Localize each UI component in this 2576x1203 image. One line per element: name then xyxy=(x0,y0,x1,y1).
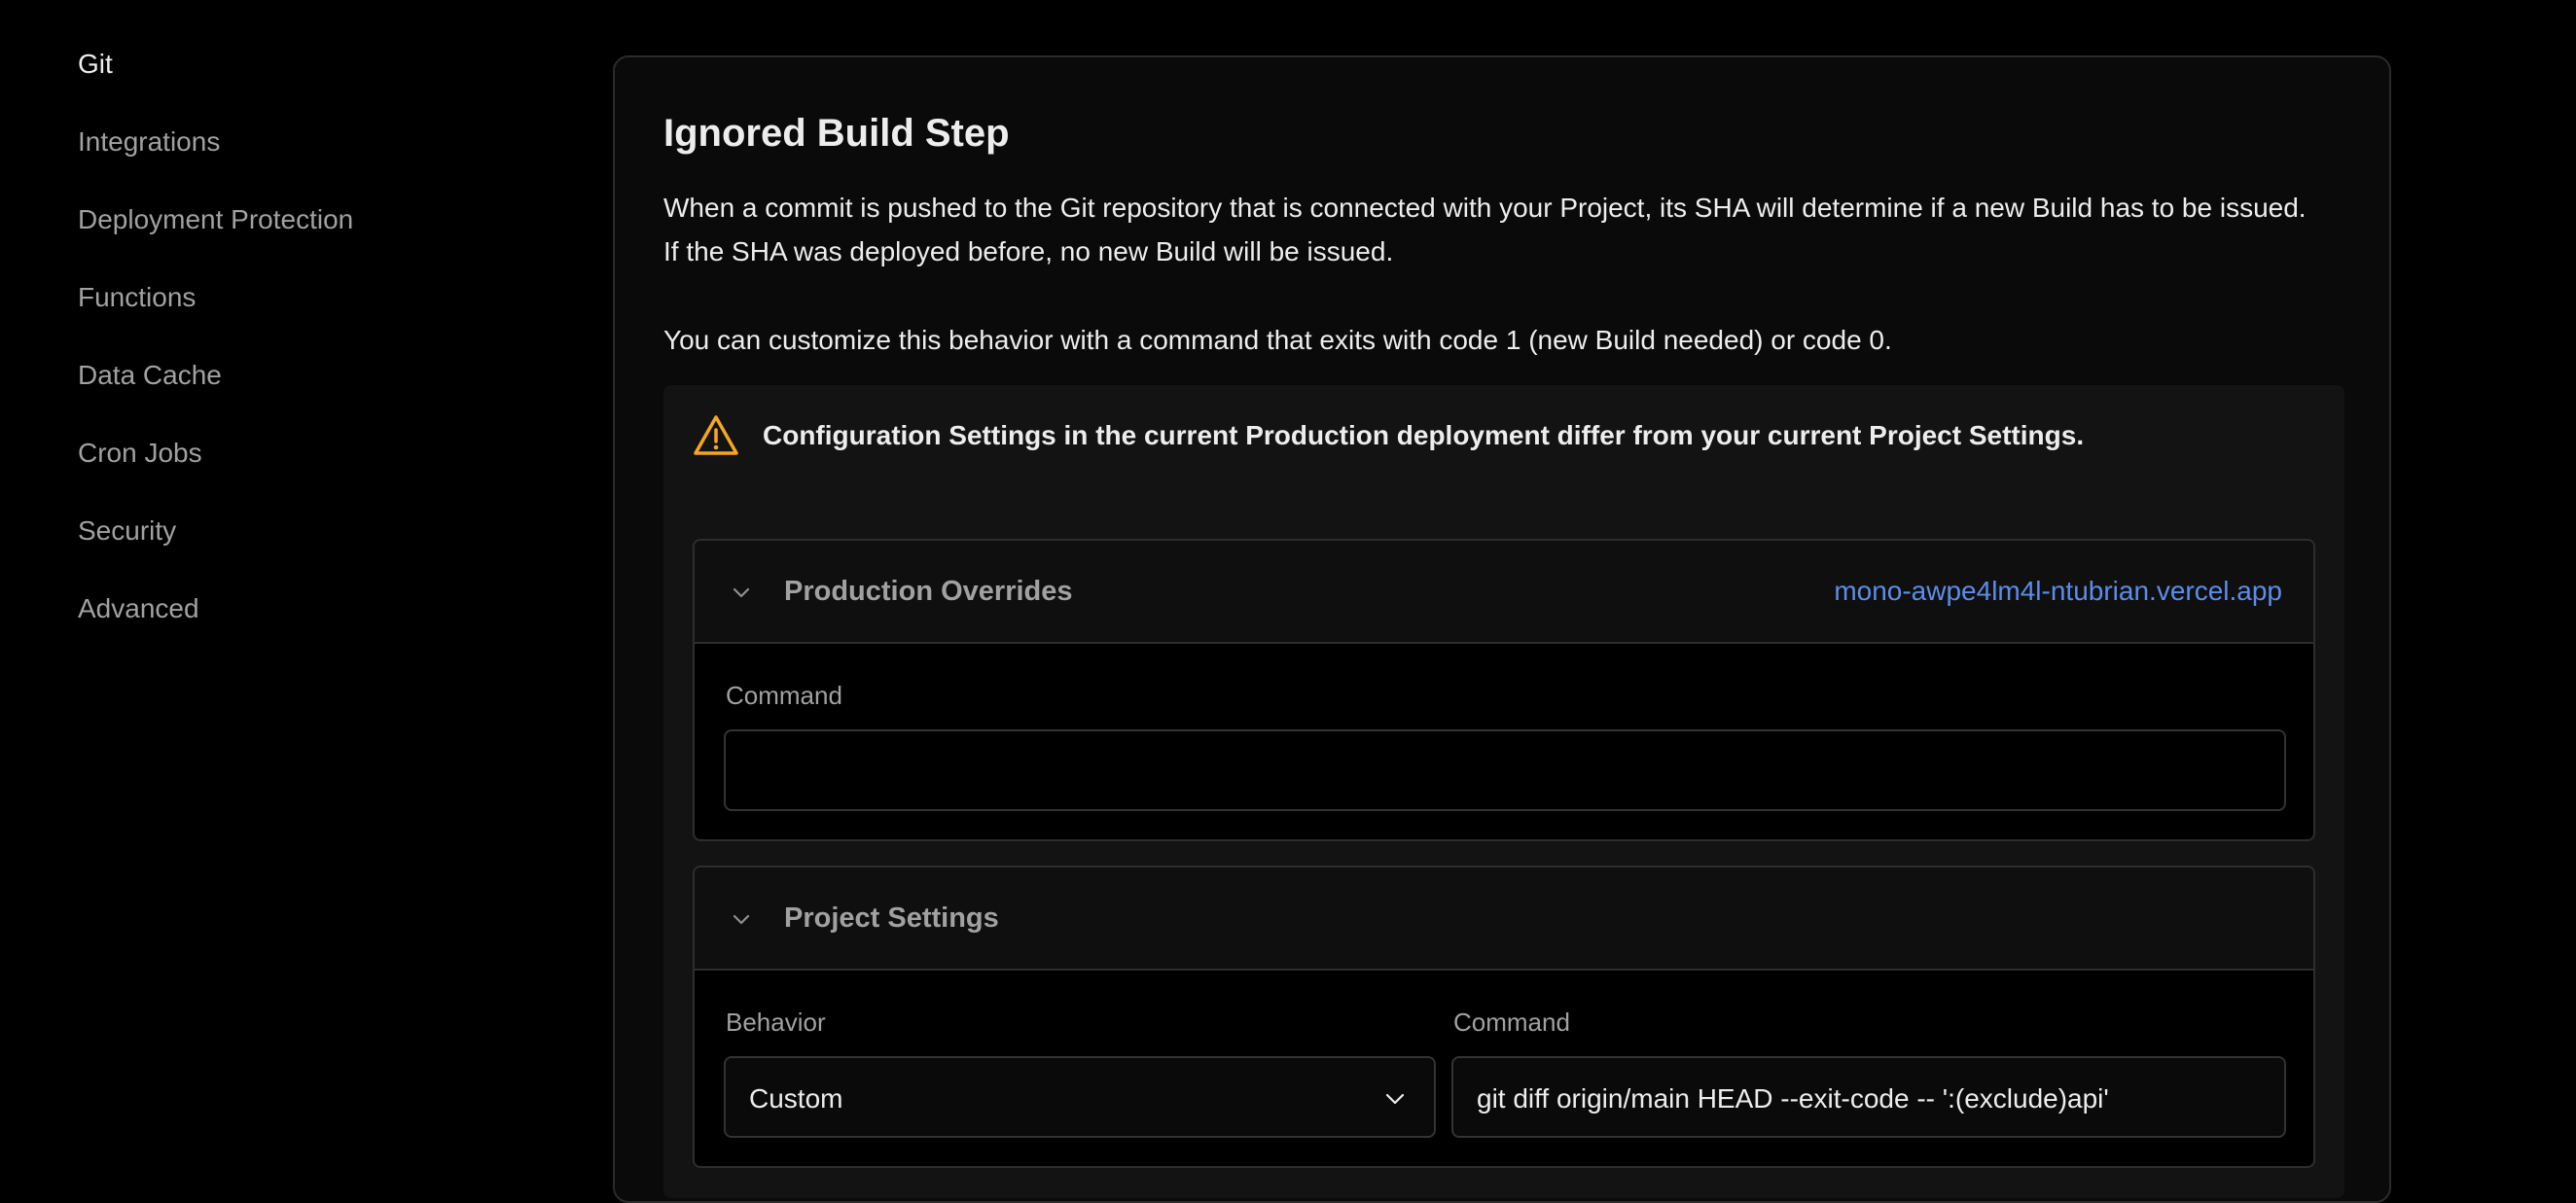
production-overrides-title: Production Overrides xyxy=(784,576,1073,607)
sidebar-item-git[interactable]: Git xyxy=(78,51,113,78)
sidebar-item-advanced[interactable]: Advanced xyxy=(78,595,199,622)
sidebar-item-deployment-protection[interactable]: Deployment Protection xyxy=(78,206,353,233)
configuration-warning-panel: Configuration Settings in the current Pr… xyxy=(663,385,2344,1198)
project-settings-title: Project Settings xyxy=(784,902,999,934)
ignored-build-step-card: Ignored Build Step When a commit is push… xyxy=(613,55,2391,1203)
card-title: Ignored Build Step xyxy=(663,112,1010,155)
sidebar-item-integrations[interactable]: Integrations xyxy=(78,128,220,156)
production-overrides-section: Production Overrides mono-awpe4lm4l-ntub… xyxy=(693,539,2315,841)
behavior-label: Behavior xyxy=(726,1008,826,1037)
project-command-input[interactable]: git diff origin/main HEAD --exit-code --… xyxy=(1451,1056,2286,1138)
production-command-input[interactable] xyxy=(724,729,2286,811)
chevron-down-icon xyxy=(1383,1087,1407,1111)
deployment-link[interactable]: mono-awpe4lm4l-ntubrian.vercel.app xyxy=(1834,576,2282,607)
warning-triangle-icon xyxy=(693,412,739,459)
project-command-value: git diff origin/main HEAD --exit-code --… xyxy=(1477,1083,2109,1114)
card-description-customize: You can customize this behavior with a c… xyxy=(663,325,1892,355)
card-description: When a commit is pushed to the Git repos… xyxy=(663,193,2307,266)
chevron-down-icon xyxy=(730,581,753,604)
behavior-select-value: Custom xyxy=(749,1083,843,1114)
project-command-label: Command xyxy=(1453,1008,1570,1037)
sidebar-item-security[interactable]: Security xyxy=(78,517,176,545)
production-overrides-toggle[interactable]: Production Overrides mono-awpe4lm4l-ntub… xyxy=(695,541,2313,644)
behavior-select[interactable]: Custom xyxy=(724,1056,1436,1138)
sidebar-item-data-cache[interactable]: Data Cache xyxy=(78,362,222,389)
settings-sidebar: Git Integrations Deployment Protection F… xyxy=(0,0,506,1169)
project-settings-toggle[interactable]: Project Settings xyxy=(695,867,2313,971)
project-settings-section: Project Settings Behavior Custom Command… xyxy=(693,866,2315,1168)
warning-header: Configuration Settings in the current Pr… xyxy=(693,412,2084,459)
production-command-label: Command xyxy=(726,681,842,710)
warning-message: Configuration Settings in the current Pr… xyxy=(763,420,2085,450)
sidebar-item-cron-jobs[interactable]: Cron Jobs xyxy=(78,440,202,467)
chevron-down-icon xyxy=(730,907,753,931)
sidebar-item-functions[interactable]: Functions xyxy=(78,284,196,311)
